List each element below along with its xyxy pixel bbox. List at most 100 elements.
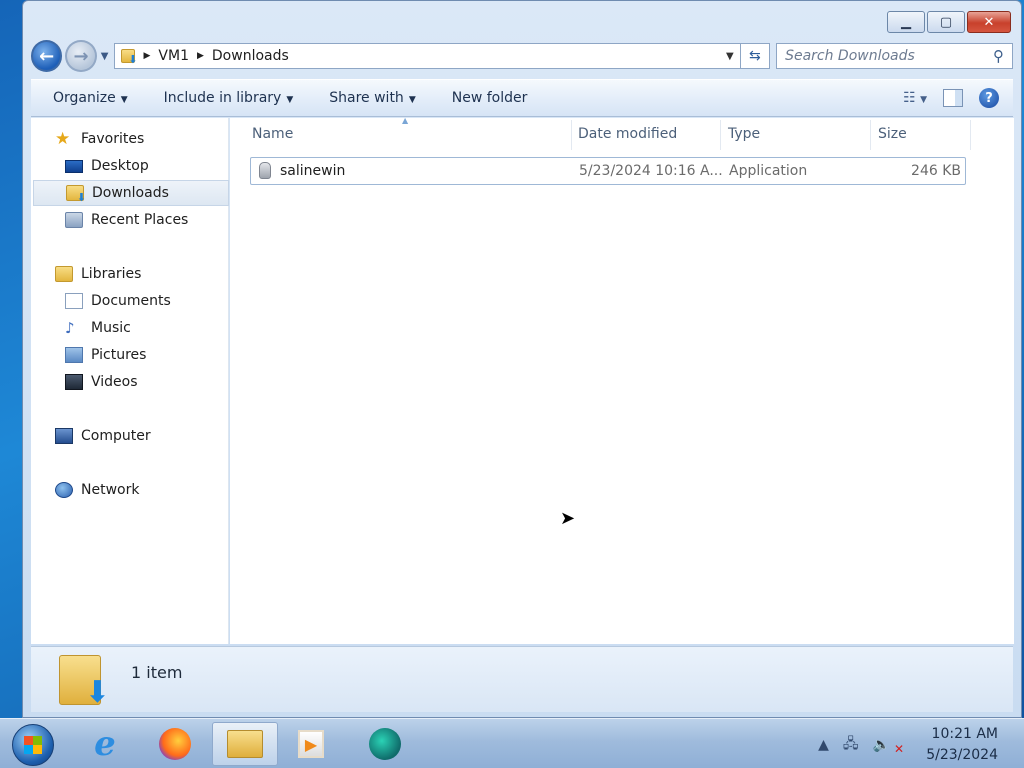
breadcrumb-downloads[interactable]: Downloads xyxy=(212,48,289,64)
back-button[interactable]: ← xyxy=(31,40,63,72)
change-view-button[interactable]: ☷ ▼ xyxy=(903,90,927,106)
column-divider[interactable] xyxy=(720,120,721,150)
taskbar-windows-media-player[interactable]: ▶ xyxy=(278,722,344,766)
media-player-icon: ▶ xyxy=(298,730,324,758)
address-dropdown-icon[interactable]: ▼ xyxy=(726,51,734,62)
column-divider[interactable] xyxy=(870,120,871,150)
back-arrow-icon: ← xyxy=(39,45,55,67)
file-list[interactable]: ▲ Name Date modified Type Size salinewin… xyxy=(230,116,1014,644)
firefox-icon xyxy=(159,728,191,760)
show-hidden-icons-button[interactable]: ▲ xyxy=(818,737,829,753)
sidebar-item-label: Videos xyxy=(91,374,138,390)
sidebar-item-videos[interactable]: Videos xyxy=(65,369,138,395)
preview-pane-button[interactable] xyxy=(943,89,963,107)
organize-menu[interactable]: Organize ▼ xyxy=(53,90,128,106)
sidebar-item-label: Pictures xyxy=(91,347,147,363)
taskbar-windows-explorer[interactable] xyxy=(212,722,278,766)
internet-explorer-icon: e xyxy=(94,724,116,764)
downloads-folder-icon xyxy=(121,49,137,66)
file-type: Application xyxy=(729,163,808,179)
chevron-down-icon: ▼ xyxy=(120,95,128,105)
search-input[interactable]: Search Downloads ⚲ xyxy=(776,43,1014,69)
taskbar: e ▶ ▲ 🖧 🔈 ✕ 10:21 AM 5/23/2024 xyxy=(0,718,1024,768)
maximize-icon: ▢ xyxy=(939,14,953,30)
caption-buttons: ▁ ▢ ✕ xyxy=(887,11,1011,33)
navigation-pane: ★ Favorites Desktop Downloads Recent Pla… xyxy=(31,118,229,644)
include-in-library-menu[interactable]: Include in library ▼ xyxy=(164,90,294,106)
chevron-down-icon: ▼ xyxy=(920,95,927,105)
windows-explorer-icon xyxy=(227,730,263,758)
sidebar-libraries[interactable]: Libraries xyxy=(55,261,141,287)
sidebar-item-label: Computer xyxy=(81,428,151,444)
sidebar-favorites[interactable]: ★ Favorites xyxy=(55,126,144,152)
new-folder-button[interactable]: New folder xyxy=(452,90,528,106)
close-icon: ✕ xyxy=(983,14,995,30)
share-with-label: Share with xyxy=(329,90,404,106)
file-size: 246 KB xyxy=(911,163,961,179)
sidebar-item-recent-places[interactable]: Recent Places xyxy=(65,207,188,233)
breadcrumb-separator-icon[interactable]: ▶ xyxy=(143,51,150,61)
file-name: salinewin xyxy=(280,163,346,179)
breadcrumb-vm1[interactable]: VM1 xyxy=(158,48,189,64)
column-header-type[interactable]: Type xyxy=(728,126,760,142)
search-placeholder: Search Downloads xyxy=(785,48,915,64)
column-header-date-modified[interactable]: Date modified xyxy=(578,126,677,142)
help-button[interactable]: ? xyxy=(979,88,999,108)
pictures-icon xyxy=(65,347,83,363)
details-pane: ⬇ 1 item xyxy=(31,646,1013,712)
system-tray: ▲ 🖧 🔈 ✕ xyxy=(818,733,904,757)
sidebar-item-label: Network xyxy=(81,482,140,498)
downloads-folder-icon xyxy=(66,185,86,204)
sidebar-item-label: Favorites xyxy=(81,131,145,147)
column-header-name[interactable]: Name xyxy=(252,126,293,142)
sidebar-item-music[interactable]: ♪ Music xyxy=(65,315,131,341)
videos-icon xyxy=(65,374,83,390)
network-status-icon[interactable]: 🖧 xyxy=(843,733,859,757)
table-row[interactable]: salinewin 5/23/2024 10:16 A... Applicati… xyxy=(250,157,966,185)
forward-button[interactable]: → xyxy=(65,40,97,72)
new-folder-label: New folder xyxy=(451,90,528,106)
taskbar-internet-explorer[interactable]: e xyxy=(72,722,138,766)
downloads-folder-icon: ⬇ xyxy=(59,655,110,710)
minimize-icon: ▁ xyxy=(901,14,911,30)
computer-icon xyxy=(55,428,73,444)
column-divider[interactable] xyxy=(571,120,572,150)
sidebar-item-documents[interactable]: Documents xyxy=(65,288,171,314)
taskbar-firefox[interactable] xyxy=(142,722,208,766)
star-icon: ★ xyxy=(55,129,71,149)
minimize-button[interactable]: ▁ xyxy=(887,11,925,33)
taskbar-cyberfox[interactable] xyxy=(352,722,418,766)
volume-icon[interactable]: 🔈 xyxy=(873,737,890,753)
sidebar-item-pictures[interactable]: Pictures xyxy=(65,342,146,368)
column-header-size[interactable]: Size xyxy=(878,126,907,142)
column-divider[interactable] xyxy=(970,120,971,150)
maximize-button[interactable]: ▢ xyxy=(927,11,965,33)
windows-logo-icon xyxy=(24,736,42,754)
chevron-down-icon: ▼ xyxy=(408,95,416,105)
start-button[interactable] xyxy=(12,724,54,766)
sidebar-item-network[interactable]: Network xyxy=(55,477,139,503)
music-icon: ♪ xyxy=(65,319,75,337)
address-bar[interactable]: ▶ VM1 ▶ Downloads ▼ xyxy=(114,43,741,69)
search-icon[interactable]: ⚲ xyxy=(993,47,1004,65)
sidebar-item-label: Documents xyxy=(91,293,171,309)
help-icon: ? xyxy=(985,90,993,106)
sidebar-item-label: Libraries xyxy=(81,266,142,282)
cyberfox-icon xyxy=(369,728,401,760)
recent-pages-dropdown[interactable]: ▼ xyxy=(101,51,109,62)
clock-date: 5/23/2024 xyxy=(926,747,998,763)
sidebar-item-desktop[interactable]: Desktop xyxy=(65,153,149,179)
sidebar-item-computer[interactable]: Computer xyxy=(55,423,151,449)
close-button[interactable]: ✕ xyxy=(967,11,1011,33)
chevron-down-icon: ▼ xyxy=(286,95,294,105)
share-with-menu[interactable]: Share with ▼ xyxy=(329,90,415,106)
sidebar-item-downloads[interactable]: Downloads xyxy=(33,180,229,206)
system-clock[interactable]: 10:21 AM 5/23/2024 xyxy=(926,724,998,766)
breadcrumb-separator-icon[interactable]: ▶ xyxy=(197,51,204,61)
item-count: 1 item xyxy=(131,663,183,682)
refresh-button[interactable]: ⇆ xyxy=(740,43,771,69)
explorer-window: ▁ ▢ ✕ ← → ▼ ▶ VM1 ▶ Downloads ▼ ⇆ Search… xyxy=(22,0,1022,718)
forward-arrow-icon: → xyxy=(73,45,89,67)
application-icon xyxy=(259,162,271,179)
refresh-icon: ⇆ xyxy=(749,48,761,64)
